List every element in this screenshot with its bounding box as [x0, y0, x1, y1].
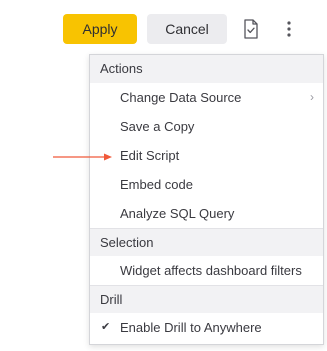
script-icon[interactable]	[240, 18, 262, 40]
menu-item-save-a-copy[interactable]: Save a Copy	[90, 112, 323, 141]
menu-item-label: Change Data Source	[120, 90, 242, 105]
cancel-button[interactable]: Cancel	[147, 14, 227, 44]
menu-item-label: Analyze SQL Query	[120, 206, 235, 221]
widget-toolbar: Apply Cancel	[0, 0, 327, 58]
apply-button[interactable]: Apply	[63, 14, 137, 44]
more-vertical-icon[interactable]	[278, 18, 300, 40]
checkmark-icon: ✔	[101, 321, 111, 333]
pointer-arrow-icon	[52, 150, 114, 168]
widget-actions-menu: Actions Change Data Source › Save a Copy…	[89, 54, 324, 345]
menu-item-enable-drill-to-anywhere[interactable]: ✔ Enable Drill to Anywhere	[90, 313, 323, 342]
menu-item-analyze-sql-query[interactable]: Analyze SQL Query	[90, 199, 323, 228]
menu-item-widget-affects-dashboard-filters[interactable]: Widget affects dashboard filters	[90, 256, 323, 285]
menu-item-label: Save a Copy	[120, 119, 195, 134]
menu-item-label: Edit Script	[120, 148, 180, 163]
menu-item-label: Enable Drill to Anywhere	[120, 320, 262, 335]
section-header-actions: Actions	[90, 55, 323, 83]
menu-item-embed-code[interactable]: Embed code	[90, 170, 323, 199]
chevron-right-icon: ›	[310, 90, 314, 104]
section-header-drill: Drill	[90, 285, 323, 313]
menu-item-label: Embed code	[120, 177, 193, 192]
menu-item-label: Widget affects dashboard filters	[120, 263, 302, 278]
section-header-selection: Selection	[90, 228, 323, 256]
menu-item-edit-script[interactable]: Edit Script	[90, 141, 323, 170]
menu-item-change-data-source[interactable]: Change Data Source ›	[90, 83, 323, 112]
